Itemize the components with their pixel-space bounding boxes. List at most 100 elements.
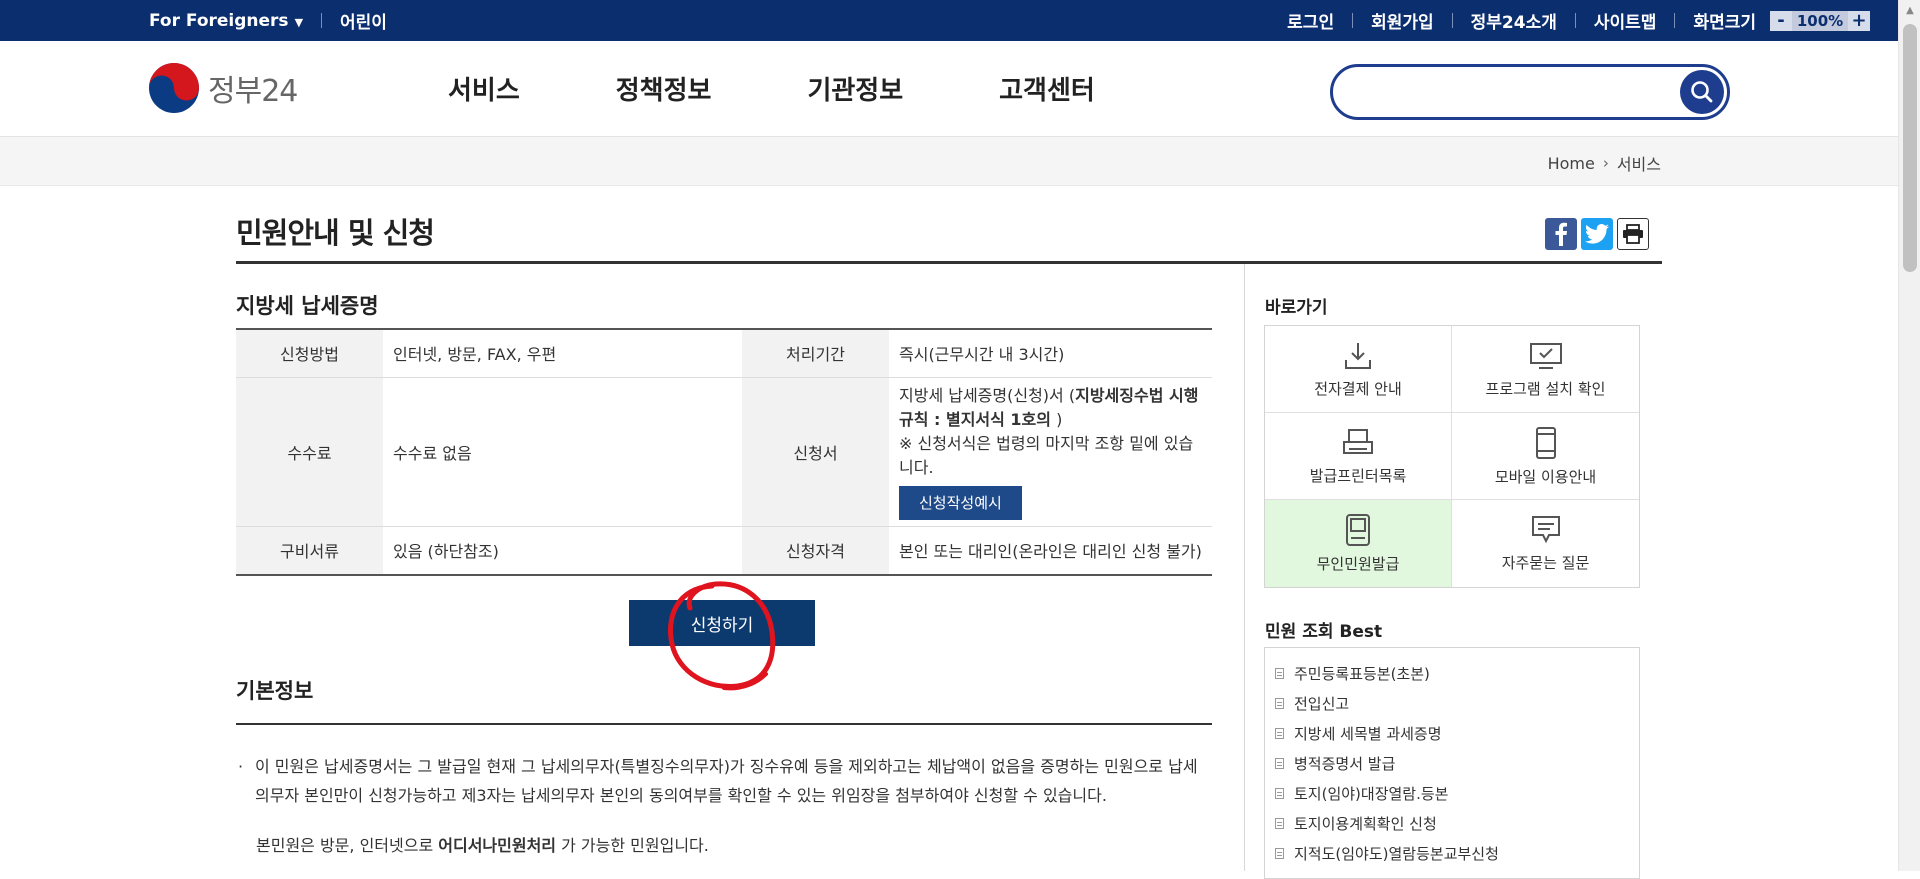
- note-text-end: 가 가능한 민원입니다.: [556, 836, 709, 855]
- quick-link-program-check[interactable]: 프로그램 설치 확인: [1452, 326, 1639, 413]
- site-logo[interactable]: 정부24: [148, 62, 298, 114]
- basic-info-paragraph: · 이 민원은 납세증명서는 그 발급일 현재 그 납세의무자(특별징수의무자)…: [238, 752, 1198, 810]
- content-divider: [1244, 264, 1245, 871]
- table-row: 구비서류 있음 (하단참조) 신청자격 본인 또는 대리인(온라인은 대리인 신…: [236, 526, 1212, 576]
- divider: [1451, 13, 1453, 28]
- note-highlight: 어디서나민원처리: [438, 836, 557, 855]
- form-note: ※ 신청서식은 법령의 마지막 조항 밑에 있습니다.: [899, 433, 1194, 477]
- quick-link-label: 발급프린터목록: [1309, 466, 1407, 485]
- list-item[interactable]: 지방세 세목별 과세증명: [1275, 718, 1639, 748]
- basic-info-note: 본민원은 방문, 인터넷으로 어디서나민원처리 가 가능한 민원입니다.: [256, 832, 709, 856]
- vertical-scrollbar[interactable]: ▲: [1898, 0, 1920, 871]
- printer-icon: [1343, 428, 1373, 454]
- twitter-share-button[interactable]: [1581, 218, 1613, 250]
- nav-policy-info[interactable]: 정책정보: [616, 70, 712, 107]
- document-icon: [1275, 697, 1284, 709]
- form-label: 신청서: [742, 377, 889, 527]
- list-item-label: 토지이용계획확인 신청: [1294, 814, 1437, 833]
- quick-link-faq[interactable]: 자주묻는 질문: [1452, 500, 1639, 587]
- printer-icon: [1623, 224, 1643, 244]
- form-value-cell: 지방세 납세증명(신청)서 (지방세징수법 시행규칙 : 별지서식 1호의 ) …: [889, 377, 1212, 527]
- form-sample-button[interactable]: 신청작성예시: [899, 485, 1022, 520]
- search-button[interactable]: [1680, 70, 1724, 114]
- list-item-label: 지방세 세목별 과세증명: [1294, 724, 1442, 743]
- list-item-label: 토지(임야)대장열람.등본: [1294, 784, 1449, 803]
- mobile-icon: [1535, 426, 1556, 459]
- quick-link-kiosk[interactable]: 무인민원발급: [1265, 500, 1452, 587]
- quick-link-printer-list[interactable]: 발급프린터목록: [1265, 413, 1452, 500]
- basic-info-title: 기본정보: [236, 679, 314, 703]
- list-item[interactable]: 토지이용계획확인 신청: [1275, 808, 1639, 838]
- zoom-value: 100%: [1792, 10, 1848, 31]
- speech-bubble-icon: [1531, 516, 1560, 544]
- divider: [1574, 13, 1576, 28]
- list-item-label: 주민등록표등본(초본): [1294, 664, 1430, 683]
- search-input[interactable]: [1353, 77, 1657, 107]
- document-icon: [1275, 787, 1284, 799]
- docs-value: 있음 (하단참조): [383, 526, 742, 576]
- quick-link-label: 프로그램 설치 확인: [1485, 379, 1606, 398]
- list-item[interactable]: 전입신고: [1275, 688, 1639, 718]
- bullet: ·: [238, 757, 244, 776]
- document-icon: [1275, 817, 1284, 829]
- docs-label: 구비서류: [236, 526, 383, 576]
- fee-label: 수수료: [236, 377, 383, 527]
- method-value: 인터넷, 방문, FAX, 우편: [383, 329, 742, 378]
- twitter-icon: [1585, 224, 1609, 244]
- scrollbar-thumb[interactable]: [1903, 24, 1917, 272]
- list-item[interactable]: 주민등록표등본(초본): [1275, 658, 1639, 688]
- list-item[interactable]: 병적증명서 발급: [1275, 748, 1639, 778]
- nav-customer-center[interactable]: 고객센터: [999, 70, 1095, 107]
- red-circle-annotation: [668, 581, 776, 691]
- note-text: 본민원은 방문, 인터넷으로: [256, 836, 439, 855]
- chevron-right-icon: ›: [1602, 154, 1609, 172]
- service-title: 지방세 납세증명: [236, 294, 379, 318]
- nav-agency-info[interactable]: 기관정보: [807, 70, 903, 107]
- service-info-table: 신청방법 인터넷, 방문, FAX, 우편 처리기간 즉시(근무시간 내 3시간…: [236, 328, 1212, 576]
- list-item-label: 지적도(임야도)열람등본교부신청: [1294, 844, 1499, 863]
- quick-link-epayment[interactable]: 전자결제 안내: [1265, 326, 1452, 413]
- divider: [1352, 13, 1354, 28]
- share-tools: [1545, 218, 1649, 250]
- sitemap-link[interactable]: 사이트맵: [1594, 8, 1657, 33]
- download-icon: [1345, 342, 1371, 369]
- search-icon: [1691, 81, 1713, 103]
- caret-down-icon: ▼: [294, 15, 304, 29]
- list-item[interactable]: 토지(임야)대장열람.등본: [1275, 778, 1639, 808]
- list-item[interactable]: 지적도(임야도)열람등본교부신청: [1275, 838, 1639, 868]
- print-button[interactable]: [1617, 218, 1649, 250]
- for-foreigners-label: For Foreigners: [149, 10, 289, 31]
- quick-link-label: 무인민원발급: [1316, 555, 1400, 573]
- period-label: 처리기간: [742, 329, 889, 378]
- signup-link[interactable]: 회원가입: [1371, 8, 1434, 33]
- document-icon: [1275, 757, 1284, 769]
- scroll-up-arrow-icon[interactable]: ▲: [1899, 0, 1920, 20]
- quick-link-label: 모바일 이용안내: [1494, 467, 1597, 486]
- zoom-in-button[interactable]: +: [1848, 10, 1870, 31]
- top-utility-bar: For Foreigners ▼ 어린이 로그인 회원가입 정부24소개 사이트맵…: [0, 0, 1898, 41]
- method-label: 신청방법: [236, 329, 383, 378]
- breadcrumb-band: Home › 서비스: [0, 137, 1898, 186]
- breadcrumb-current[interactable]: 서비스: [1617, 151, 1661, 175]
- login-link[interactable]: 로그인: [1287, 8, 1334, 33]
- taegeuk-logo-icon: [149, 63, 199, 113]
- nav-services[interactable]: 서비스: [448, 70, 520, 107]
- best-services-list: 주민등록표등본(초본) 전입신고 지방세 세목별 과세증명 병적증명서 발급 토…: [1264, 647, 1640, 879]
- search-box: [1330, 64, 1730, 120]
- basic-info-text: 이 민원은 납세증명서는 그 발급일 현재 그 납세의무자(특별징수의무자)가 …: [255, 757, 1198, 805]
- table-row: 수수료 수수료 없음 신청서 지방세 납세증명(신청)서 (지방세징수법 시행규…: [236, 377, 1212, 527]
- breadcrumb-home[interactable]: Home: [1548, 154, 1595, 173]
- fee-value: 수수료 없음: [383, 377, 742, 527]
- kiosk-icon: [1346, 514, 1370, 546]
- facebook-share-button[interactable]: [1545, 218, 1577, 250]
- monitor-check-icon: [1529, 342, 1562, 369]
- title-divider: [236, 261, 1662, 264]
- quick-link-mobile-guide[interactable]: 모바일 이용안내: [1452, 413, 1639, 500]
- form-value-text: 지방세 납세증명(신청)서 (: [899, 385, 1076, 405]
- divider: [321, 13, 323, 28]
- kids-link[interactable]: 어린이: [340, 8, 387, 33]
- for-foreigners-link[interactable]: For Foreigners ▼: [149, 11, 303, 31]
- zoom-out-button[interactable]: -: [1770, 10, 1792, 31]
- breadcrumb: Home › 서비스: [1548, 151, 1661, 175]
- about-link[interactable]: 정부24소개: [1471, 8, 1557, 33]
